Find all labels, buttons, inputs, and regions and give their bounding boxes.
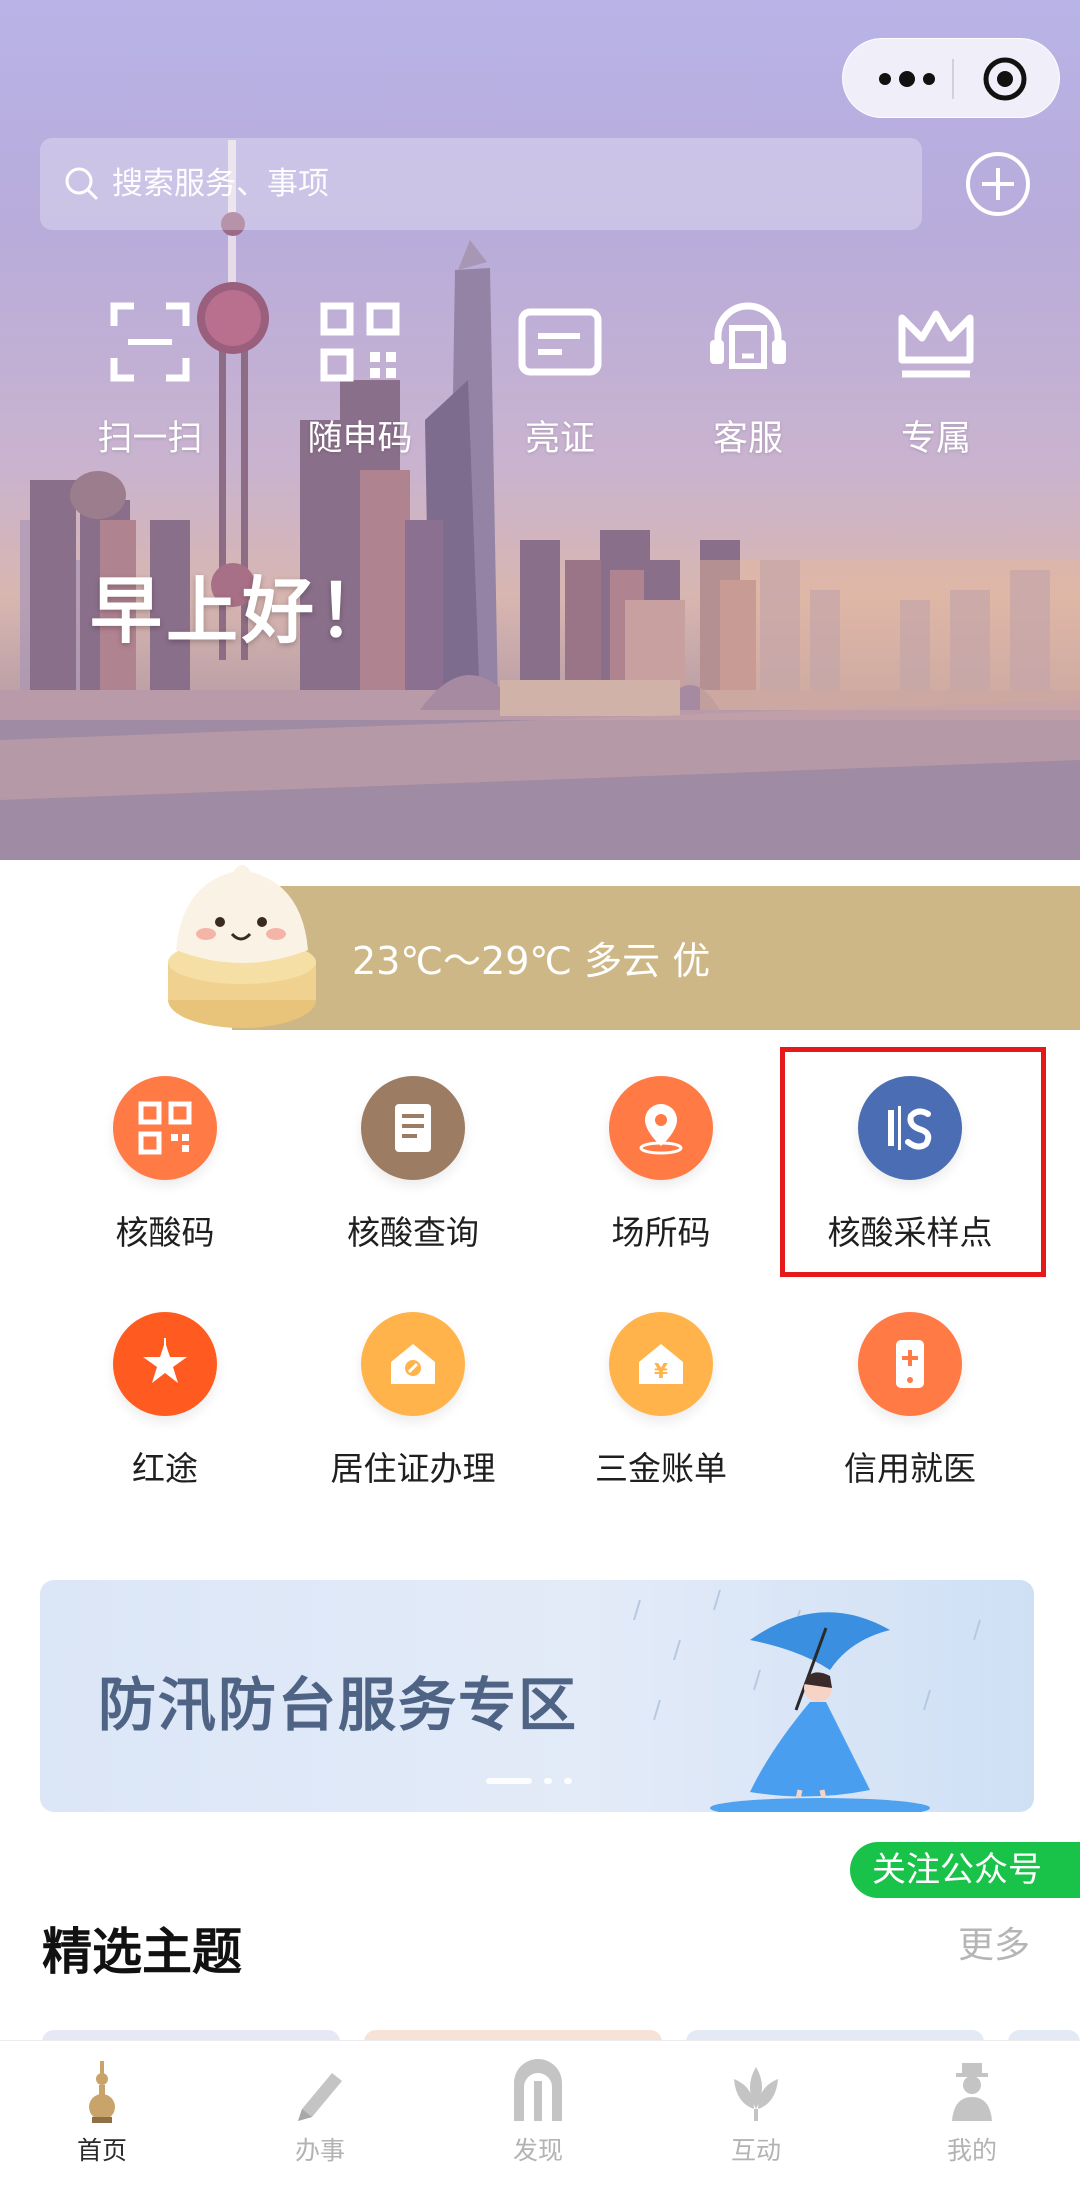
star-flag-icon (143, 1338, 187, 1383)
banner-title: 防汛防台服务专区 (98, 1671, 579, 1739)
tab-label: 互动 (730, 2136, 781, 2165)
house-icon (391, 1344, 435, 1384)
service-hongtu[interactable]: 红途 (50, 1312, 280, 1490)
service-label: 三金账单 (595, 1449, 727, 1488)
carousel-dot (564, 1778, 572, 1784)
magnolia-icon (734, 2067, 778, 2121)
hero-banner: 扫一扫 随申码 亮证 客服 专属 (0, 0, 1080, 1030)
xiaolongbao-mascot-icon (168, 865, 316, 1028)
quick-action-suishen-code[interactable]: 随申码 (280, 300, 440, 461)
carousel-dot-active (486, 1778, 532, 1784)
carousel-dot (544, 1778, 552, 1784)
crown-icon (898, 310, 974, 378)
service-three-funds-bill[interactable]: ¥ 三金账单 (546, 1312, 776, 1490)
tab-mine[interactable]: 我的 (892, 2059, 1052, 2167)
tower-icon (89, 2061, 115, 2123)
tab-discover[interactable]: 发现 (458, 2059, 618, 2167)
miniapp-close-icon[interactable] (981, 55, 1029, 103)
service-icon-circle (858, 1312, 962, 1416)
id-card-icon (518, 308, 602, 376)
service-credit-medical[interactable]: 信用就医 (795, 1312, 1025, 1490)
greeting-text: 早上好！ (90, 569, 395, 653)
service-label: 信用就医 (844, 1449, 976, 1488)
service-icon-circle (361, 1076, 465, 1180)
quick-action-scan[interactable]: 扫一扫 (70, 300, 230, 461)
highlight-box (780, 1047, 1046, 1277)
service-venue-code[interactable]: 场所码 (546, 1076, 776, 1254)
service-label: 场所码 (611, 1213, 711, 1252)
featured-more-link[interactable]: 更多 (958, 1916, 1030, 1968)
service-nucleic-acid-code[interactable]: 核酸码 (50, 1076, 280, 1254)
service-label: 核酸码 (115, 1213, 215, 1252)
service-label: 核酸查询 (347, 1213, 479, 1252)
quick-action-label: 亮证 (524, 419, 595, 459)
service-residence-permit[interactable]: 居住证办理 (298, 1312, 528, 1490)
service-icon-circle (113, 1076, 217, 1180)
miniapp-capsule (842, 38, 1060, 118)
plus-circle-icon[interactable] (964, 150, 1032, 218)
capsule-divider (952, 59, 954, 99)
qrcode-icon (138, 1101, 192, 1155)
more-dots-icon[interactable] (873, 61, 941, 97)
service-label: 居住证办理 (330, 1449, 496, 1488)
quick-action-show-id[interactable]: 亮证 (480, 300, 640, 461)
quick-action-label: 专属 (900, 419, 971, 459)
tab-label: 发现 (512, 2136, 563, 2165)
search-bar[interactable] (40, 138, 922, 230)
quick-action-exclusive[interactable]: 专属 (856, 300, 1016, 461)
document-icon (395, 1104, 431, 1152)
tab-interact[interactable]: 互动 (676, 2059, 836, 2167)
search-icon (65, 167, 98, 200)
pen-icon (298, 2073, 342, 2121)
quick-action-customer-service[interactable]: 客服 (668, 300, 828, 461)
tab-label: 首页 (76, 2136, 127, 2165)
featured-section-title: 精选主题 (42, 1923, 242, 1981)
carousel-indicator (486, 1778, 584, 1784)
tab-services[interactable]: 办事 (240, 2059, 400, 2167)
quick-action-label: 客服 (712, 419, 783, 459)
service-icon-circle (609, 1076, 713, 1180)
person-icon (952, 2063, 992, 2121)
service-icon-circle: ¥ (609, 1312, 713, 1416)
service-icon-circle (113, 1312, 217, 1416)
headset-icon (710, 302, 786, 369)
quick-action-label: 扫一扫 (97, 419, 203, 459)
yuan-house-icon: ¥ (639, 1344, 683, 1384)
tab-home[interactable]: 首页 (22, 2059, 182, 2167)
quick-action-label: 随申码 (307, 419, 413, 459)
tab-label: 我的 (946, 2136, 997, 2165)
phone-medical-icon (896, 1340, 924, 1388)
tab-label: 办事 (294, 2136, 345, 2165)
location-pin-icon (639, 1104, 683, 1155)
service-icon-circle (361, 1312, 465, 1416)
qrcode-icon (320, 302, 400, 382)
weather-text: 23℃～29℃ 多云 优 (352, 939, 711, 983)
flood-typhoon-banner[interactable]: 防汛防台服务专区 (40, 1580, 1034, 1812)
svg-text:¥: ¥ (654, 1359, 668, 1383)
service-nucleic-acid-query[interactable]: 核酸查询 (298, 1076, 528, 1254)
service-label: 红途 (132, 1449, 198, 1488)
arch-icon (514, 2059, 562, 2121)
bottom-tab-bar: 首页 办事 发现 互动 我的 (0, 2040, 1080, 2201)
search-input[interactable] (112, 166, 872, 202)
follow-official-account-button[interactable]: 关注公众号 (850, 1842, 1080, 1898)
umbrella-girl-illustration (633, 1589, 981, 1812)
scan-icon (110, 302, 190, 382)
